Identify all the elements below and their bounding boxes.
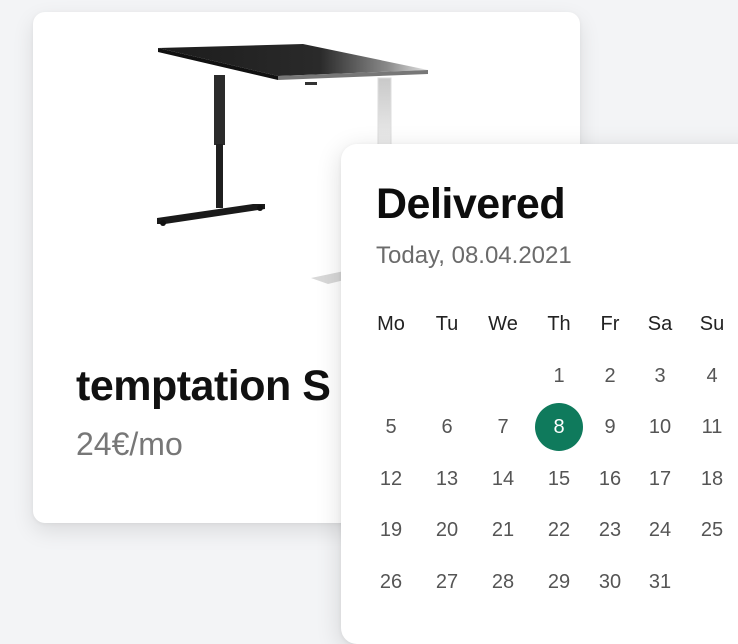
calendar-day[interactable]: 30: [586, 562, 634, 602]
calendar-day[interactable]: 15: [535, 459, 583, 499]
calendar-day[interactable]: 5: [367, 407, 415, 447]
calendar-week-row: 5 6 7 8 9 10 11: [341, 403, 738, 451]
calendar-day[interactable]: 10: [636, 407, 684, 447]
delivery-calendar-card: Delivered Today, 08.04.2021 Mo Tu We Th Fr Sa…: [341, 144, 738, 644]
calendar-day[interactable]: 4: [688, 356, 736, 396]
weekday-label: We: [488, 312, 518, 335]
delivery-status-title: Delivered: [376, 180, 566, 228]
calendar-day[interactable]: 19: [367, 510, 415, 550]
weekday-label: Fr: [600, 312, 620, 335]
calendar-day[interactable]: 13: [423, 459, 471, 499]
calendar-day[interactable]: 23: [586, 510, 634, 550]
weekday-header-row: Mo Tu We Th Fr Sa Su: [341, 304, 738, 344]
calendar-day[interactable]: 1: [535, 356, 583, 396]
calendar-week-row: 19 20 21 22 23 24 25: [341, 510, 738, 550]
calendar-day[interactable]: 20: [423, 510, 471, 550]
calendar-day[interactable]: 7: [479, 407, 527, 447]
weekday-label: Mo: [377, 312, 405, 335]
calendar-day-selected[interactable]: 8: [535, 403, 583, 451]
calendar-day[interactable]: 26: [367, 562, 415, 602]
calendar-day[interactable]: 25: [688, 510, 736, 550]
calendar-day[interactable]: 16: [586, 459, 634, 499]
calendar-day[interactable]: 6: [423, 407, 471, 447]
calendar-day[interactable]: 27: [423, 562, 471, 602]
weekday-label: Sa: [647, 312, 673, 335]
calendar-week-row: 26 27 28 29 30 31: [341, 562, 738, 602]
weekday-label: Tu: [435, 312, 459, 335]
calendar-day[interactable]: 18: [688, 459, 736, 499]
weekday-label: Th: [547, 312, 571, 335]
calendar-day[interactable]: 14: [479, 459, 527, 499]
product-title: temptation S: [76, 362, 331, 410]
calendar-day[interactable]: 21: [479, 510, 527, 550]
calendar-day[interactable]: 29: [535, 562, 583, 602]
calendar-week-row: 1234: [341, 356, 738, 396]
calendar-week-row: 12 13 14 15 16 17 18: [341, 459, 738, 499]
calendar-day[interactable]: 22: [535, 510, 583, 550]
calendar-day[interactable]: 11: [688, 407, 736, 447]
delivery-date: Today, 08.04.2021: [376, 242, 572, 269]
calendar-day[interactable]: 9: [586, 407, 634, 447]
calendar-day[interactable]: 28: [479, 562, 527, 602]
calendar-day[interactable]: 3: [636, 356, 684, 396]
calendar-day[interactable]: 31: [636, 562, 684, 602]
product-price: 24€/mo: [76, 426, 183, 462]
calendar-day[interactable]: 17: [636, 459, 684, 499]
calendar-day[interactable]: 24: [636, 510, 684, 550]
calendar-day[interactable]: 12: [367, 459, 415, 499]
weekday-label: Su: [699, 312, 725, 335]
calendar-day[interactable]: 2: [586, 356, 634, 396]
